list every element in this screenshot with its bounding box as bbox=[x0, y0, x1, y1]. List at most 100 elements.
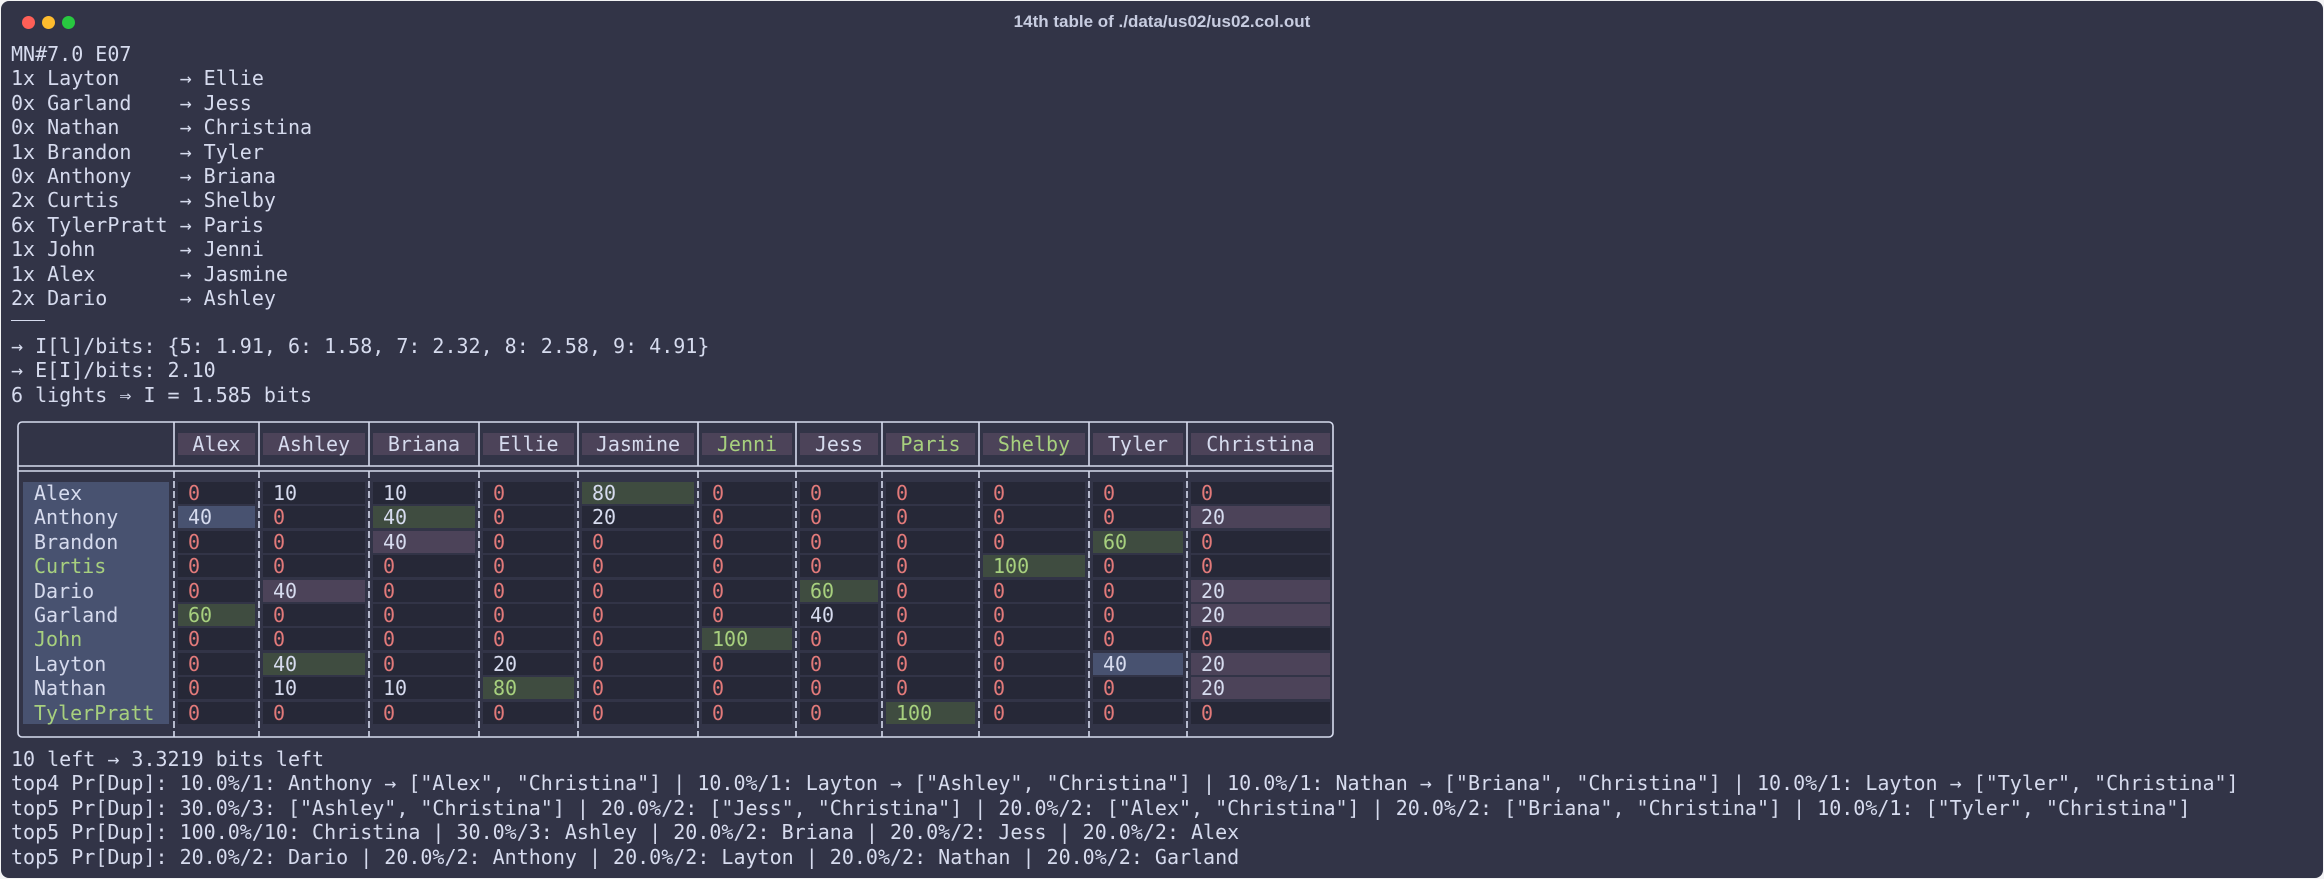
table-cell-value: 0 bbox=[1103, 505, 1116, 530]
header-line: 0x Nathan → Christina bbox=[11, 115, 313, 140]
table-cell-value: 40 bbox=[383, 529, 408, 554]
row-label: Curtis bbox=[34, 554, 107, 579]
table-cell-value: 0 bbox=[493, 481, 506, 505]
table-cell-value: 0 bbox=[1201, 554, 1214, 579]
row-label: TylerPratt bbox=[34, 700, 155, 725]
header-lines: MN#7.0 E07 1x Layton → Ellie 0x Garland → … bbox=[11, 42, 312, 310]
table-cell-value: 0 bbox=[896, 529, 909, 554]
table-cell-value: 0 bbox=[1103, 627, 1116, 652]
table-cell-value: 0 bbox=[896, 651, 909, 676]
table-cell-value: 0 bbox=[273, 554, 286, 579]
header-line: 2x Curtis → Shelby bbox=[11, 188, 276, 213]
footer-line: top5 Pr[Dup]: 100.0%/10: Christina | 30.… bbox=[11, 820, 1240, 845]
footer-line: 10 left → 3.3219 bits left bbox=[11, 747, 325, 771]
table-cell-value: 0 bbox=[810, 529, 823, 554]
table-cell-value: 0 bbox=[493, 505, 506, 530]
table-cell-value: 0 bbox=[592, 676, 605, 701]
table-cell-value: 0 bbox=[810, 554, 823, 579]
table-cell-value: 60 bbox=[188, 603, 213, 627]
title-bar: 14th table of ./data/us02/us02.col.out bbox=[1, 1, 2323, 43]
window-title: 14th table of ./data/us02/us02.col.out bbox=[1013, 12, 1311, 31]
column-header-label: Ashley bbox=[277, 432, 351, 456]
column-header-label: Tyler bbox=[1107, 432, 1169, 456]
table-cell-value: 0 bbox=[592, 529, 605, 554]
table-cell-value: 100 bbox=[993, 554, 1030, 579]
column-header-label: Jasmine bbox=[595, 432, 681, 456]
table-cell-value: 0 bbox=[993, 603, 1006, 627]
table-cell-value: 0 bbox=[493, 700, 506, 725]
table-cell-value: 0 bbox=[188, 529, 201, 554]
table-cell-value: 0 bbox=[712, 578, 725, 603]
table-cell-value: 20 bbox=[1201, 505, 1226, 530]
column-header-label: Ellie bbox=[498, 432, 559, 456]
column-header-label: Jenni bbox=[716, 432, 778, 456]
table-cell-value: 0 bbox=[592, 578, 605, 603]
table-cell-value: 0 bbox=[383, 578, 396, 603]
info-lines: → I[l]/bits: {5: 1.91, 6: 1.58, 7: 2.32,… bbox=[11, 334, 709, 407]
table-cell-value: 0 bbox=[188, 554, 201, 579]
table-cell-value: 0 bbox=[993, 676, 1006, 701]
table-cell-value: 80 bbox=[493, 676, 518, 701]
table-cell-value: 0 bbox=[493, 578, 506, 603]
header-line: 1x Alex → Jasmine bbox=[11, 261, 288, 286]
table-cell-value: 0 bbox=[273, 603, 286, 627]
table-cell-value: 0 bbox=[810, 651, 823, 676]
row-label: Nathan bbox=[34, 676, 107, 701]
table-cell-value: 0 bbox=[993, 627, 1006, 652]
table-cell-value: 0 bbox=[712, 505, 725, 530]
table-cell-value: 20 bbox=[1201, 651, 1226, 676]
table-cell-value: 60 bbox=[810, 578, 835, 603]
separator-rule bbox=[11, 320, 45, 321]
header-line: 1x Brandon → Tyler bbox=[11, 139, 264, 164]
table-cell-value: 0 bbox=[592, 554, 605, 579]
table-cell-value: 0 bbox=[1103, 603, 1116, 627]
column-header-label: Christina bbox=[1206, 432, 1315, 456]
footer-line: top5 Pr[Dup]: 20.0%/2: Dario | 20.0%/2: … bbox=[11, 844, 1240, 869]
table-cell-value: 0 bbox=[188, 651, 201, 676]
table-cell-value: 0 bbox=[712, 676, 725, 701]
table-cell-value: 100 bbox=[712, 627, 749, 652]
table-cell-value: 0 bbox=[1201, 627, 1214, 652]
header-line: 1x John → Jenni bbox=[11, 237, 264, 262]
table-cell-value: 0 bbox=[383, 627, 396, 652]
table-cell-value: 0 bbox=[1201, 529, 1214, 554]
table-cell-value: 0 bbox=[712, 529, 725, 554]
table-cell-value: 0 bbox=[493, 554, 506, 579]
column-header-label: Shelby bbox=[997, 432, 1071, 456]
table-cell-value: 40 bbox=[188, 505, 213, 530]
header-line: 1x Layton → Ellie bbox=[11, 66, 264, 91]
table-cell-value: 0 bbox=[383, 700, 396, 725]
table-cell-value: 0 bbox=[896, 505, 909, 530]
header-line: 0x Anthony → Briana bbox=[11, 164, 276, 189]
table-cell-value: 60 bbox=[1103, 529, 1128, 554]
footer-line: top4 Pr[Dup]: 10.0%/1: Anthony → ["Alex"… bbox=[11, 771, 2239, 796]
table-cell-value: 40 bbox=[1103, 651, 1128, 676]
table-cell-value: 10 bbox=[383, 676, 408, 701]
table-cell-value: 0 bbox=[712, 603, 725, 627]
table-cell-value: 40 bbox=[273, 651, 298, 676]
table-cell-value: 20 bbox=[1201, 578, 1226, 603]
table-cell-value: 80 bbox=[592, 481, 617, 505]
row-label: Alex bbox=[34, 481, 83, 505]
row-label: Anthony bbox=[34, 505, 119, 530]
column-header-label: Briana bbox=[387, 432, 461, 456]
table-cell-value: 0 bbox=[810, 627, 823, 652]
table-cell-value: 0 bbox=[273, 505, 286, 530]
header-line: 6x TylerPratt → Paris bbox=[11, 212, 264, 237]
column-header-label: Paris bbox=[900, 432, 961, 456]
table-cell-value: 40 bbox=[273, 578, 298, 603]
table-cell-value: 40 bbox=[383, 505, 408, 530]
table-cell-value: 0 bbox=[188, 578, 201, 603]
table-cell-value: 0 bbox=[493, 603, 506, 627]
table-cell-value: 20 bbox=[1201, 603, 1226, 627]
header-line: 2x Dario → Ashley bbox=[11, 286, 276, 311]
table-cell-value: 0 bbox=[1103, 554, 1116, 579]
table-cell-value: 0 bbox=[993, 578, 1006, 603]
row-label: John bbox=[34, 627, 83, 652]
table-cell-value: 0 bbox=[1201, 700, 1214, 725]
table-cell-value: 0 bbox=[993, 700, 1006, 725]
table-cell-value: 20 bbox=[592, 505, 617, 530]
info-line: → E[I]/bits: 2.10 bbox=[11, 358, 216, 383]
row-label: Layton bbox=[34, 651, 107, 676]
table-cell-value: 0 bbox=[896, 603, 909, 627]
